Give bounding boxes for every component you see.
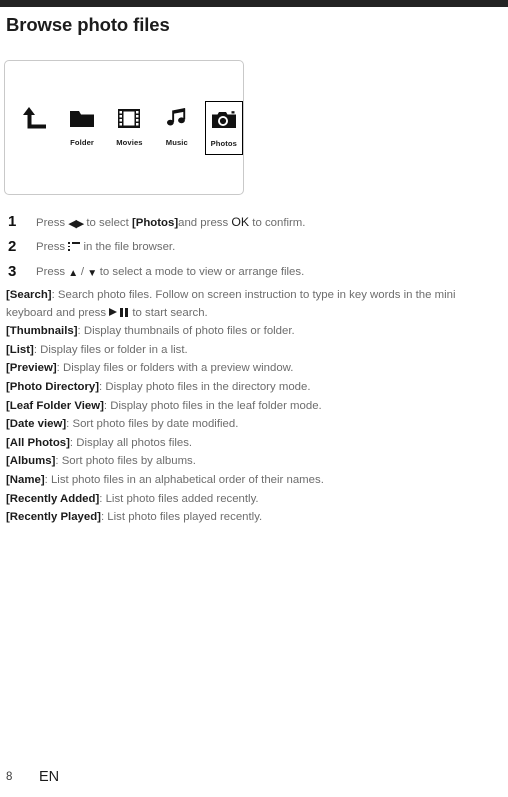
step-text: Press ▲ / ▼ to select a mode to view or …	[36, 266, 305, 279]
mode-item-list: [List]: Display files or folder in a lis…	[6, 342, 502, 360]
mode-term: [Name]	[6, 473, 45, 486]
browser-item-label: Music	[165, 138, 188, 147]
mode-item-photo-directory: [Photo Directory]: Display photo files i…	[6, 379, 502, 397]
step-slash: /	[77, 266, 88, 278]
step-mid: to select	[83, 217, 132, 229]
step-number: 2	[8, 238, 17, 255]
mode-item-preview: [Preview]: Display files or folders with…	[6, 360, 502, 378]
mode-term: [Recently Played]	[6, 511, 101, 524]
folder-icon	[70, 104, 95, 132]
browser-item-back[interactable]	[11, 101, 58, 157]
mode-term: [Leaf Folder View]	[6, 399, 104, 412]
mode-item-date-view: [Date view]: Sort photo files by date mo…	[6, 416, 502, 434]
instruction-steps: 1 Press ◀▶ to select [Photos]and press O…	[0, 212, 508, 287]
movies-filmstrip-icon	[118, 104, 141, 132]
mode-term: [Preview]	[6, 362, 57, 375]
mode-desc: : List photo files added recently.	[99, 492, 259, 505]
step-prefix: Press	[36, 217, 69, 229]
step-item: 1 Press ◀▶ to select [Photos]and press O…	[0, 212, 508, 236]
music-note-icon	[166, 104, 187, 132]
browser-item-label: Photos	[210, 139, 237, 148]
play-pause-icon	[109, 307, 129, 317]
mode-item-name: [Name]: List photo files in an alphabeti…	[6, 472, 502, 490]
mode-desc: : Display files or folder in a list.	[33, 343, 188, 356]
step-suffix: to confirm.	[249, 217, 306, 229]
step-bold-photos: [Photos]	[131, 217, 179, 229]
mode-desc: : Display all photos files.	[69, 436, 193, 449]
footer-page-number: 8	[6, 771, 13, 783]
step-text: Press ◀▶ to select [Photos]and press OK …	[36, 215, 306, 230]
mode-item-leaf-folder-view: [Leaf Folder View]: Display photo files …	[6, 398, 502, 416]
mode-term: [List]	[6, 343, 34, 356]
browser-item-label: Folder	[70, 138, 94, 147]
browser-item-music[interactable]: Music	[153, 101, 200, 157]
mode-desc: : List photo files in an alphabetical or…	[44, 473, 324, 486]
back-up-arrow-icon	[22, 104, 48, 132]
step-number: 3	[8, 263, 17, 280]
mode-desc-before: : Search photo files. Follow on screen i…	[6, 289, 456, 319]
step-bold-ok: OK	[231, 215, 250, 229]
mode-desc: : Display files or folders with a previe…	[56, 362, 294, 375]
screen-illustration-panel: Folder Movies Music Photos	[4, 60, 244, 195]
page-footer: 8 EN	[0, 769, 508, 791]
mode-desc: : Sort photo files by date modified.	[66, 418, 239, 431]
footer-language-code: EN	[39, 769, 60, 785]
browser-item-movies[interactable]: Movies	[106, 101, 153, 157]
list-menu-icon	[68, 242, 81, 251]
mode-term: [Photo Directory]	[6, 380, 100, 393]
mode-desc: : List photo files played recently.	[100, 511, 263, 524]
browser-item-photos[interactable]: Photos	[204, 101, 244, 155]
step-number: 1	[8, 213, 17, 230]
mode-item-search: [Search]: Search photo files. Follow on …	[6, 287, 502, 322]
mode-description-list: [Search]: Search photo files. Follow on …	[6, 287, 502, 528]
mode-desc: : Display photo files in the directory m…	[99, 380, 311, 393]
up-arrow-icon: ▲	[68, 268, 78, 279]
step-suffix: to select a mode to view or arrange file…	[96, 266, 305, 278]
mode-desc: : Display photo files in the leaf folder…	[103, 399, 322, 412]
left-right-arrows-icon: ◀▶	[68, 218, 84, 230]
top-dark-bar	[0, 0, 508, 7]
mode-term: [Search]	[6, 289, 52, 301]
mode-term: [Date view]	[6, 418, 67, 431]
mode-item-all-photos: [All Photos]: Display all photos files.	[6, 435, 502, 453]
photos-camera-icon	[211, 106, 236, 134]
mode-term: [Recently Added]	[6, 492, 100, 505]
mode-desc-after: to start search.	[129, 306, 208, 319]
browser-icon-row: Folder Movies Music Photos	[5, 101, 244, 163]
step-suffix: in the file browser.	[80, 241, 176, 253]
browser-item-folder[interactable]: Folder	[58, 101, 105, 157]
mode-term: [Albums]	[6, 455, 56, 468]
mode-term: [All Photos]	[6, 436, 70, 449]
step-prefix: Press	[36, 241, 69, 253]
step-item: 3 Press ▲ / ▼ to select a mode to view o…	[0, 262, 508, 286]
step-text: Press in the file browser.	[36, 241, 175, 253]
step-prefix: Press	[36, 266, 69, 278]
mode-desc: : Sort photo files by albums.	[55, 455, 196, 468]
page-title: Browse photo files	[6, 14, 170, 35]
mode-term: [Thumbnails]	[6, 325, 78, 338]
down-arrow-icon: ▼	[87, 268, 97, 279]
mode-item-recently-played: [Recently Played]: List photo files play…	[6, 509, 502, 527]
mode-item-albums: [Albums]: Sort photo files by albums.	[6, 453, 502, 471]
step-item: 2 Press in the file browser.	[0, 237, 508, 261]
mode-item-recently-added: [Recently Added]: List photo files added…	[6, 491, 502, 509]
mode-item-thumbnails: [Thumbnails]: Display thumbnails of phot…	[6, 323, 502, 341]
step-mid2: and press	[178, 217, 232, 229]
mode-desc: : Display thumbnails of photo files or f…	[77, 325, 295, 338]
browser-item-label: Movies	[116, 138, 143, 147]
